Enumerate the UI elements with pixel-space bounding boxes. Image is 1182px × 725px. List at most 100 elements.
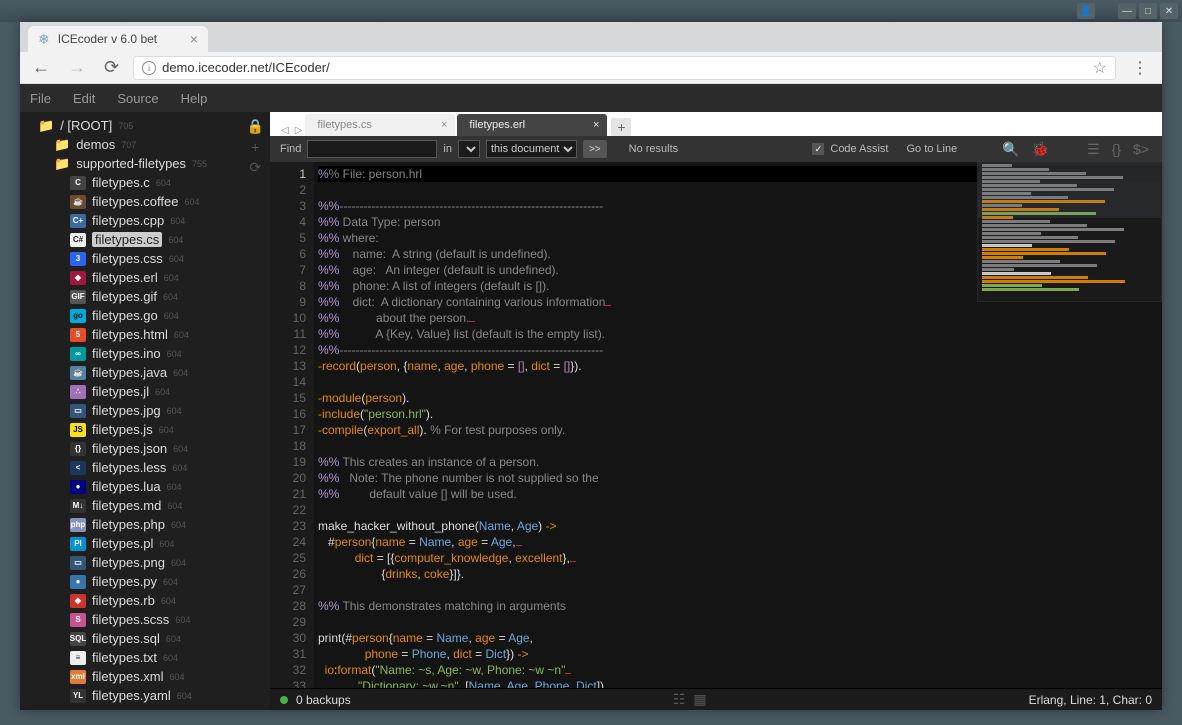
tree-item[interactable]: ☕filetypes.java604 [30, 363, 270, 382]
tree-item[interactable]: JSfiletypes.js604 [30, 420, 270, 439]
browser-window: ❄ ICEcoder v 6.0 bet × ← → ⟳ i demo.icec… [20, 22, 1162, 710]
tree-item[interactable]: ●filetypes.py604 [30, 572, 270, 591]
file-icon: ∴ [70, 385, 86, 399]
editor-tab[interactable]: filetypes.cs× [305, 114, 455, 136]
menu-help[interactable]: Help [181, 91, 208, 106]
tree-item[interactable]: ◆filetypes.rb604 [30, 591, 270, 610]
refresh-icon[interactable]: ⟳ [249, 159, 261, 176]
code-assist-checkbox[interactable]: ✓ [812, 143, 824, 155]
lock-icon[interactable]: 🔒 [247, 118, 264, 135]
menu-source[interactable]: Source [117, 91, 158, 106]
tree-item[interactable]: < filetypes.less604 [30, 458, 270, 477]
status-lang: Erlang, Line: 1, Char: 0 [1029, 693, 1152, 707]
browser-tabstrip: ❄ ICEcoder v 6.0 bet × [20, 22, 1162, 52]
layout-icon[interactable]: ☰ [1084, 141, 1103, 158]
tab-next-icon[interactable]: ▷ [292, 125, 306, 136]
find-scope-select[interactable]: this document [486, 140, 577, 158]
find-input[interactable] [307, 140, 437, 158]
os-user-button[interactable]: 👤 [1077, 3, 1095, 19]
code-assist-label: Code Assist [830, 143, 888, 155]
reload-button[interactable]: ⟳ [100, 57, 123, 78]
back-button[interactable]: ← [28, 57, 54, 78]
tree-item[interactable]: ☕filetypes.coffee604 [30, 192, 270, 211]
file-icon: ● [70, 480, 86, 494]
find-results: No results [629, 143, 679, 155]
tree-item[interactable]: ◆filetypes.erl604 [30, 268, 270, 287]
ide-root: File Edit Source Help 🔒 + ⟳ 📁/ [ROOT]705… [20, 84, 1162, 710]
find-bar: Find in this document >> No results ✓ Co… [270, 136, 1162, 162]
bug-icon[interactable]: 🐞 [1029, 141, 1052, 158]
file-icon: ☕ [70, 195, 86, 209]
tree-item[interactable]: 5filetypes.html604 [30, 325, 270, 344]
tree-item[interactable]: ▭filetypes.jpg604 [30, 401, 270, 420]
braces-icon[interactable]: {} [1109, 141, 1124, 157]
tree-item[interactable]: YLfiletypes.yaml604 [30, 686, 270, 705]
tree-item[interactable]: ∞filetypes.ino604 [30, 344, 270, 363]
tree-item[interactable]: M↓filetypes.md604 [30, 496, 270, 515]
goto-line-label[interactable]: Go to Line [906, 143, 957, 155]
search-icon[interactable]: 🔍 [999, 141, 1022, 158]
layout-columns-icon[interactable]: ☷ [673, 691, 686, 708]
minimap-viewport[interactable] [978, 163, 1161, 218]
menu-edit[interactable]: Edit [73, 91, 95, 106]
tree-item[interactable]: 📁/ [ROOT]705 [30, 116, 270, 135]
tree-item[interactable]: Cfiletypes.c604 [30, 173, 270, 192]
tree-item[interactable]: C+filetypes.cpp604 [30, 211, 270, 230]
tree-item[interactable]: C#filetypes.cs604 [30, 230, 270, 249]
ide-menubar: File Edit Source Help [20, 84, 1162, 112]
line-gutter[interactable]: 1234567891011121314151617181920212223242… [270, 162, 314, 688]
tree-item[interactable]: ● filetypes.lua604 [30, 477, 270, 496]
file-icon: YL [70, 689, 86, 703]
tree-item[interactable]: phpfiletypes.php604 [30, 515, 270, 534]
close-icon[interactable]: × [190, 31, 198, 47]
address-bar[interactable]: i demo.icecoder.net/ICEcoder/ ☆ [133, 56, 1116, 80]
file-icon: ≡ [70, 651, 86, 665]
find-go-button[interactable]: >> [583, 140, 607, 158]
layout-grid-icon[interactable]: ▦ [693, 691, 706, 708]
tree-item[interactable]: Sfiletypes.scss604 [30, 610, 270, 629]
tree-item[interactable]: 📁demos707 [30, 135, 270, 154]
editor-tab[interactable]: filetypes.erl× [457, 114, 607, 136]
tree-item[interactable]: 3filetypes.css604 [30, 249, 270, 268]
tree-item[interactable]: ∴filetypes.jl604 [30, 382, 270, 401]
minimap[interactable] [977, 162, 1162, 302]
forward-button[interactable]: → [64, 57, 90, 78]
menu-file[interactable]: File [30, 91, 51, 106]
os-maximize-button[interactable]: □ [1139, 3, 1157, 19]
tree-item[interactable]: ≡filetypes.txt604 [30, 648, 270, 667]
tree-item[interactable]: xmlfiletypes.xml604 [30, 667, 270, 686]
close-icon[interactable]: × [593, 119, 599, 131]
snowflake-icon: ❄ [38, 31, 50, 48]
browser-tab-title: ICEcoder v 6.0 bet [58, 32, 157, 46]
tree-item[interactable]: ▭filetypes.png604 [30, 553, 270, 572]
os-close-button[interactable]: ✕ [1160, 3, 1178, 19]
status-dot-icon [280, 696, 288, 704]
tree-item[interactable]: 📁supported-filetypes755 [30, 154, 270, 173]
tree-item[interactable]: GIFfiletypes.gif604 [30, 287, 270, 306]
file-icon: GIF [70, 290, 86, 304]
workspace: 🔒 + ⟳ 📁/ [ROOT]705📁demos707📁supported-fi… [20, 112, 1162, 710]
new-tab-button[interactable]: + [611, 118, 631, 136]
tab-prev-icon[interactable]: ◁ [278, 125, 292, 136]
file-icon: ☕ [70, 366, 86, 380]
editor-area: ◁ ▷ filetypes.cs×filetypes.erl× + Find i… [270, 112, 1162, 710]
tree-item[interactable]: {}filetypes.json604 [30, 439, 270, 458]
tree-item[interactable]: SQLfiletypes.sql604 [30, 629, 270, 648]
browser-toolbar: ← → ⟳ i demo.icecoder.net/ICEcoder/ ☆ ⋮ [20, 52, 1162, 84]
tree-item[interactable]: Plfiletypes.pl604 [30, 534, 270, 553]
browser-tab[interactable]: ❄ ICEcoder v 6.0 bet × [28, 26, 208, 52]
browser-menu-button[interactable]: ⋮ [1126, 58, 1154, 78]
file-icon: ◆ [70, 271, 86, 285]
plus-icon[interactable]: + [251, 139, 259, 155]
find-mode-select[interactable] [458, 140, 480, 158]
terminal-icon[interactable]: $> [1130, 141, 1152, 157]
file-icon: Pl [70, 537, 86, 551]
os-minimize-button[interactable]: — [1118, 3, 1136, 19]
file-icon: JS [70, 423, 86, 437]
site-info-icon[interactable]: i [142, 61, 156, 75]
file-tree[interactable]: 📁/ [ROOT]705📁demos707📁supported-filetype… [20, 112, 270, 710]
file-icon: {} [70, 442, 86, 456]
tree-item[interactable]: gofiletypes.go604 [30, 306, 270, 325]
close-icon[interactable]: × [441, 119, 447, 131]
bookmark-icon[interactable]: ☆ [1093, 58, 1107, 78]
